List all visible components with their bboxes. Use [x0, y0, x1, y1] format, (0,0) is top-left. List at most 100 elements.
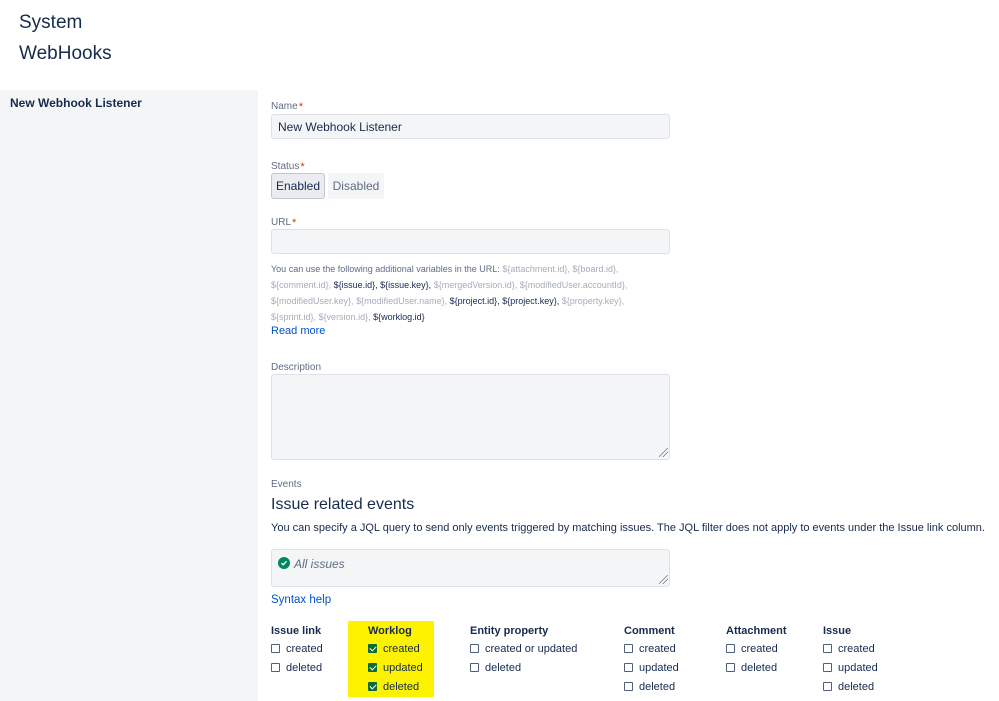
- event-checkbox-row[interactable]: created: [271, 639, 323, 658]
- event-checkbox-row[interactable]: deleted: [271, 658, 323, 677]
- event-checkbox-row[interactable]: created: [368, 639, 423, 658]
- url-variable: ${property.key},: [561, 296, 625, 306]
- event-checkbox-label: created: [383, 642, 420, 655]
- url-variable: ${issue.id},: [333, 280, 378, 290]
- checkbox-unchecked-icon[interactable]: [823, 663, 832, 672]
- event-column-attachment: Attachment created deleted: [726, 624, 787, 677]
- sidebar-title[interactable]: New Webhook Listener: [10, 96, 142, 110]
- checkbox-unchecked-icon[interactable]: [271, 644, 280, 653]
- event-checkbox-label: created: [639, 642, 676, 655]
- event-column-worklog: Worklog created updated deleted: [368, 624, 423, 696]
- event-checkbox-label: deleted: [741, 661, 778, 674]
- checkbox-unchecked-icon[interactable]: [726, 663, 735, 672]
- url-variable: ${sprint.id},: [271, 312, 317, 322]
- event-column-header: Issue: [823, 625, 852, 637]
- url-variable: ${modifiedUser.key},: [271, 296, 354, 306]
- checkbox-unchecked-icon[interactable]: [624, 682, 633, 691]
- event-checkbox-row[interactable]: created: [624, 639, 679, 658]
- event-checkbox-label: updated: [383, 661, 423, 674]
- event-checkbox-row[interactable]: updated: [368, 658, 423, 677]
- event-checkbox-row[interactable]: deleted: [470, 658, 577, 677]
- status-enabled-button[interactable]: Enabled: [271, 173, 325, 199]
- description-label: Description: [271, 362, 322, 373]
- url-variable: ${project.id},: [449, 296, 500, 306]
- event-checkbox-label: deleted: [639, 680, 676, 693]
- name-input-value: New Webhook Listener: [278, 119, 402, 134]
- event-checkbox-row[interactable]: created: [726, 639, 787, 658]
- events-label: Events: [271, 479, 302, 490]
- event-checkbox-label: updated: [838, 661, 878, 674]
- resize-handle-icon[interactable]: [659, 575, 668, 584]
- url-variable: ${modifiedUser.name},: [356, 296, 448, 306]
- url-variable: ${comment.id},: [271, 280, 332, 290]
- event-column-comment: Comment created updated deleted: [624, 624, 679, 696]
- event-checkbox-label: created or updated: [485, 642, 578, 655]
- event-column-header: Entity property: [470, 625, 549, 637]
- event-checkbox-label: updated: [639, 661, 679, 674]
- check-circle-icon: [278, 557, 290, 569]
- url-variable: ${worklog.id}: [373, 312, 425, 322]
- event-checkbox-label: created: [741, 642, 778, 655]
- resize-handle-icon[interactable]: [659, 448, 668, 457]
- event-column-issue-link: Issue link created deleted: [271, 624, 323, 677]
- required-mark: *: [300, 161, 305, 173]
- url-variable: ${version.id},: [318, 312, 371, 322]
- url-variable: ${project.key},: [502, 296, 560, 306]
- url-variable: ${modifiedUser.accountId},: [519, 280, 628, 290]
- url-label: URL*: [271, 217, 297, 229]
- event-checkbox-label: deleted: [838, 680, 875, 693]
- event-checkbox-row[interactable]: deleted: [624, 677, 679, 696]
- required-mark: *: [298, 101, 303, 113]
- event-checkbox-row[interactable]: updated: [624, 658, 679, 677]
- event-checkbox-label: created: [286, 642, 323, 655]
- event-checkbox-row[interactable]: deleted: [368, 677, 423, 696]
- event-column-header: Worklog: [368, 625, 412, 637]
- event-checkbox-row[interactable]: deleted: [823, 677, 878, 696]
- issue-events-description: You can specify a JQL query to send only…: [271, 522, 985, 534]
- event-checkbox-row[interactable]: deleted: [726, 658, 787, 677]
- url-variable: ${board.id},: [572, 264, 619, 274]
- issue-events-title: Issue related events: [271, 496, 415, 513]
- url-input[interactable]: [271, 229, 670, 254]
- url-variable: ${attachment.id},: [502, 264, 570, 274]
- read-more-link[interactable]: Read more: [271, 325, 325, 337]
- status-label: Status*: [271, 161, 305, 173]
- checkbox-unchecked-icon[interactable]: [823, 682, 832, 691]
- breadcrumb-webhooks[interactable]: WebHooks: [19, 43, 112, 65]
- event-checkbox-label: deleted: [485, 661, 522, 674]
- checkbox-checked-icon[interactable]: [368, 644, 377, 653]
- url-variable: ${issue.key},: [380, 280, 432, 290]
- checkbox-unchecked-icon[interactable]: [624, 644, 633, 653]
- checkbox-unchecked-icon[interactable]: [470, 644, 479, 653]
- name-input[interactable]: New Webhook Listener: [271, 114, 670, 139]
- checkbox-unchecked-icon[interactable]: [823, 644, 832, 653]
- breadcrumb-system[interactable]: System: [19, 12, 82, 34]
- checkbox-checked-icon[interactable]: [368, 663, 377, 672]
- url-variable: ${mergedVersion.id},: [433, 280, 518, 290]
- jql-input-value: All issues: [294, 557, 345, 571]
- checkbox-unchecked-icon[interactable]: [271, 663, 280, 672]
- checkbox-unchecked-icon[interactable]: [470, 663, 479, 672]
- event-checkbox-row[interactable]: created: [823, 639, 878, 658]
- event-checkbox-label: deleted: [286, 661, 323, 674]
- name-label: Name*: [271, 101, 303, 113]
- event-column-issue: Issue created updated deleted: [823, 624, 878, 696]
- event-checkbox-row[interactable]: created or updated: [470, 639, 577, 658]
- required-mark: *: [292, 217, 297, 229]
- jql-input[interactable]: All issues: [271, 549, 670, 587]
- syntax-help-link[interactable]: Syntax help: [271, 594, 331, 606]
- checkbox-checked-icon[interactable]: [368, 682, 377, 691]
- event-column-header: Attachment: [726, 625, 787, 637]
- sidebar: [0, 90, 258, 701]
- url-help-text: You can use the following additional var…: [271, 264, 628, 322]
- event-checkbox-label: deleted: [383, 680, 420, 693]
- description-textarea[interactable]: [271, 374, 670, 460]
- checkbox-unchecked-icon[interactable]: [624, 663, 633, 672]
- status-disabled-button[interactable]: Disabled: [328, 173, 384, 199]
- event-column-header: Comment: [624, 625, 675, 637]
- event-column-header: Issue link: [271, 625, 322, 637]
- event-column-entity-property: Entity property created or updated deleted: [470, 624, 577, 677]
- event-checkbox-label: created: [838, 642, 875, 655]
- checkbox-unchecked-icon[interactable]: [726, 644, 735, 653]
- event-checkbox-row[interactable]: updated: [823, 658, 878, 677]
